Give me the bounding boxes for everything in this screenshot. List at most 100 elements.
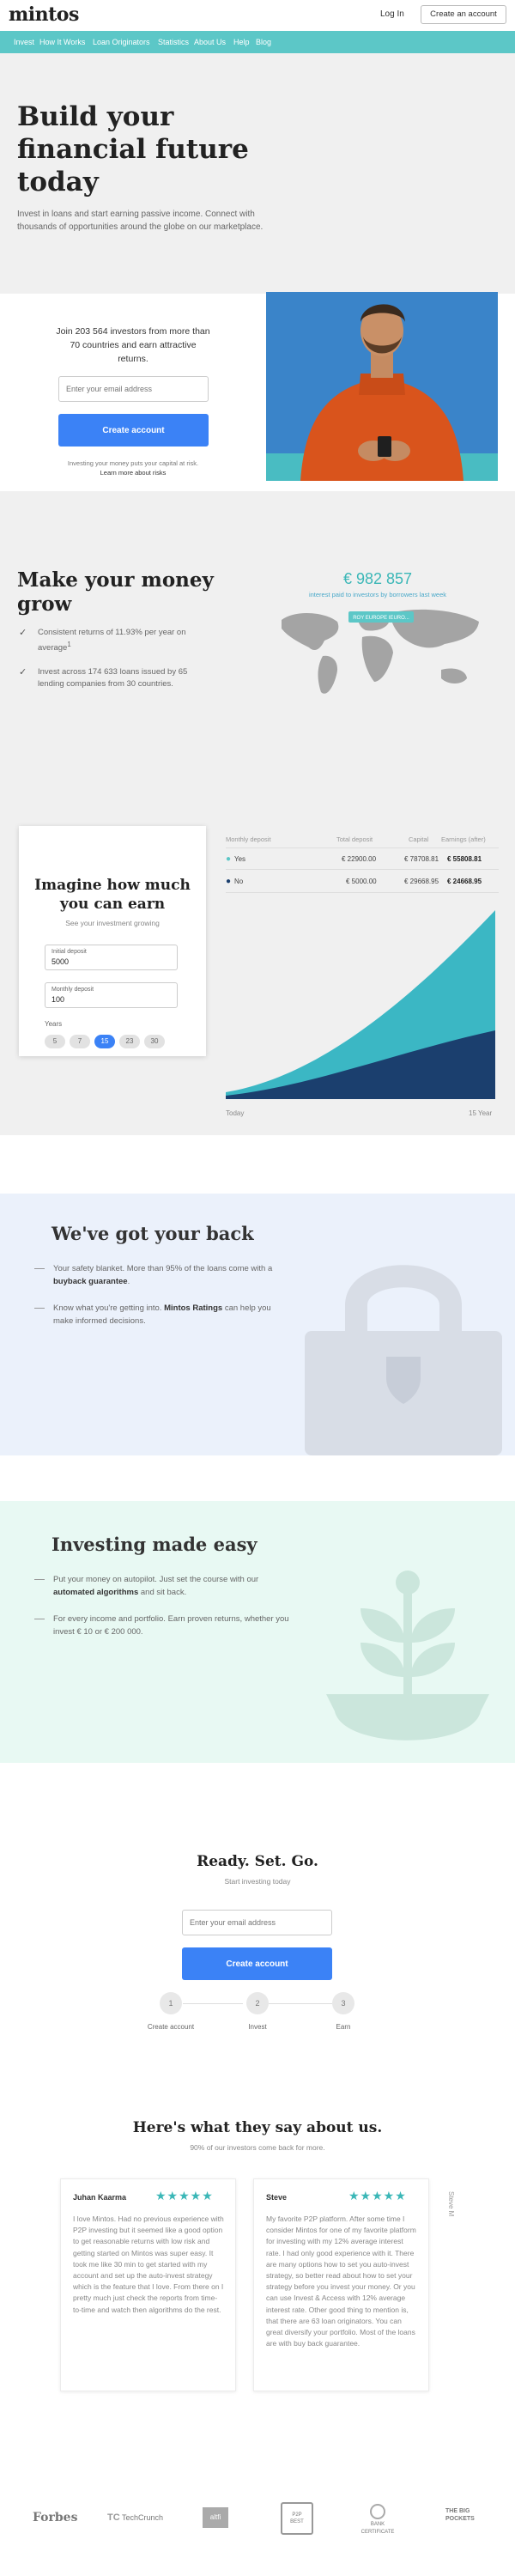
safety-text-end: . (127, 1277, 130, 1286)
hero-title: Build your financial future today (17, 101, 249, 197)
returns-text: Consistent returns of 11.93% per year on… (38, 628, 186, 653)
row-capital: € 78708.81 (404, 855, 439, 863)
check-icon: ✓ (19, 628, 27, 638)
row-earnings: € 24668.95 (447, 878, 482, 885)
year-option-23[interactable]: 23 (119, 1035, 140, 1048)
easy-title: Investing made easy (52, 1534, 258, 1555)
mintos-ratings-link[interactable]: Mintos Ratings (164, 1303, 222, 1313)
safety-section: We've got your back Your safety blanket.… (0, 1194, 515, 1455)
nav-item-statistics[interactable]: Statistics (158, 38, 189, 46)
star-rating-icon: ★★★★★ (348, 2189, 407, 2202)
calculator-title: Imagine how much you can earn (34, 877, 191, 913)
star-rating-icon: ★★★★★ (155, 2189, 214, 2202)
income-text: For every income and portfolio. Earn pro… (53, 1614, 289, 1637)
table-row: ● Yes € 22900.00 € 78708.81 € 55808.81 (226, 848, 499, 870)
easy-point-income: For every income and portfolio. Earn pro… (34, 1613, 292, 1638)
nav-item-invest[interactable]: Invest (14, 38, 34, 46)
year-option-15[interactable]: 15 (94, 1035, 115, 1048)
create-account-button[interactable]: Create account (58, 414, 209, 447)
initial-deposit-field[interactable]: Initial deposit 5000 (45, 945, 178, 970)
step-connector (269, 2003, 332, 2004)
col-header-earnings: Earnings (after) (441, 835, 486, 843)
row-total: € 5000.00 (346, 878, 377, 885)
testimonial-card: Juhan Kaarma ★★★★★ I love Mintos. Had no… (60, 2178, 236, 2391)
world-map-icon: ROY EUROPE IEURO... (282, 609, 479, 694)
year-option-5[interactable]: 5 (45, 1035, 65, 1048)
reviewer-name: Steve (266, 2193, 288, 2202)
autopilot-text-end: and sit back. (140, 1588, 187, 1597)
p2p-award-logo: P2P BEST (281, 2502, 313, 2535)
buyback-guarantee-link[interactable]: buyback guarantee (53, 1277, 128, 1286)
altfi-logo: altfi (203, 2507, 228, 2528)
monthly-deposit-label: Monthly deposit (52, 987, 94, 993)
hero-photo (266, 292, 498, 481)
big-pockets-line: THE BIG (445, 2508, 470, 2514)
ready-subtitle: Start investing today (224, 1877, 291, 1886)
bank-certificate-line: BANK (370, 2522, 385, 2527)
bank-certificate-line: CERTIFICATE (360, 2530, 395, 2535)
col-header-capital: Capital (409, 835, 429, 843)
col-header-total: Total deposit (336, 835, 373, 843)
monthly-deposit-field[interactable]: Monthly deposit 100 (45, 982, 178, 1008)
hero-section: Build your financial future today Invest… (0, 53, 515, 294)
chart-x-end: 15 Year (469, 1109, 493, 1117)
risk-warning-text: Investing your money puts your capital a… (67, 459, 199, 467)
year-option-7[interactable]: 7 (70, 1035, 90, 1048)
safety-title: We've got your back (52, 1223, 254, 1244)
forbes-logo: Forbes (33, 2511, 78, 2524)
techcrunch-logo: TC TechCrunch (107, 2512, 163, 2523)
testimonial-card: Steve ★★★★★ My favorite P2P platform. Af… (253, 2178, 429, 2391)
dash-icon (34, 1308, 45, 1309)
calculator-subtitle: See your investment growing (65, 919, 160, 927)
growth-chart (226, 910, 495, 1099)
returns-point: ✓ Consistent returns of 11.93% per year … (17, 627, 215, 654)
mintos-logo[interactable]: mintos (9, 3, 79, 26)
nav-item-help[interactable]: Help (233, 38, 250, 46)
login-link[interactable]: Log In (380, 9, 404, 19)
certificate-seal-icon (370, 2504, 385, 2519)
next-testimonial-peek[interactable]: Steve M (447, 2191, 455, 2216)
row-label: Yes (234, 855, 246, 863)
reviewer-name: Juhan Kaarma (73, 2193, 127, 2202)
ready-title: Ready. Set. Go. (197, 1853, 318, 1870)
safety-text: Your safety blanket. More than 95% of th… (53, 1264, 273, 1273)
step-3-circle: 3 (332, 1992, 354, 2014)
interest-paid-amount: € 982 857 (342, 570, 413, 587)
series-dot-icon: ● (226, 877, 232, 886)
step-1-label: Create account (147, 2023, 195, 2031)
years-label: Years (45, 1020, 63, 1028)
easy-point-autopilot: Put your money on autopilot. Just set th… (34, 1573, 292, 1599)
create-account-header-button[interactable]: Create an account (421, 5, 506, 24)
col-header-monthly: Monthly deposit (226, 835, 271, 843)
loans-point: ✓ Invest across 174 633 loans issued by … (17, 666, 215, 690)
row-capital: € 29668.95 (404, 878, 439, 885)
ready-email-input[interactable] (182, 1910, 332, 1935)
nav-item-blog[interactable]: Blog (256, 38, 271, 46)
autopilot-text: Put your money on autopilot. Just set th… (53, 1575, 259, 1584)
step-2-label: Invest (248, 2023, 267, 2031)
step-3-label: Earn (336, 2023, 351, 2031)
year-option-30[interactable]: 30 (144, 1035, 165, 1048)
review-text: I love Mintos. Had no previous experienc… (73, 2215, 224, 2314)
techcrunch-name: TechCrunch (122, 2513, 164, 2522)
p2p-award-line: P2P (292, 2512, 302, 2518)
bank-certificate-logo: BANK CERTIFICATE (360, 2504, 395, 2537)
automated-algorithms-link[interactable]: automated algorithms (53, 1588, 138, 1597)
learn-more-risks-link[interactable]: Learn more about risks (52, 468, 215, 477)
email-input[interactable] (58, 376, 209, 402)
techcrunch-mark: TC (107, 2512, 120, 2523)
interest-paid-caption: interest paid to investors by borrowers … (308, 591, 447, 598)
easy-section: Investing made easy Put your money on au… (0, 1501, 515, 1763)
dash-icon (34, 1579, 45, 1580)
hero-subtitle: Invest in loans and start earning passiv… (17, 210, 264, 232)
big-pockets-logo: THE BIG POCKETS (445, 2507, 475, 2523)
nav-item-loan-originators[interactable]: Loan Originators (93, 38, 150, 46)
main-nav: Invest How It Works Loan Originators Sta… (0, 31, 515, 53)
ready-create-account-button[interactable]: Create account (182, 1947, 332, 1980)
plant-icon (326, 1571, 489, 1741)
nav-item-about-us[interactable]: About Us (194, 38, 226, 46)
money-title: Make your money grow (17, 568, 214, 616)
nav-item-how-it-works[interactable]: How It Works (39, 38, 85, 46)
row-earnings: € 55808.81 (447, 855, 482, 863)
returns-footnote: 1 (67, 641, 71, 648)
